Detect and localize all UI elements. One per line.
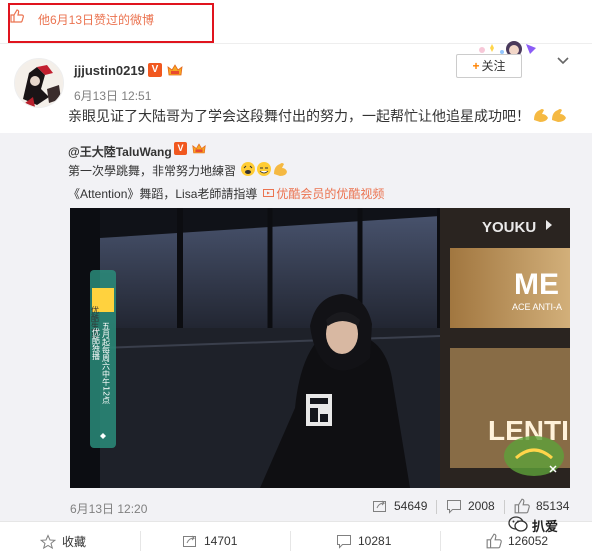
thumb-up-icon xyxy=(514,498,530,514)
comment-icon xyxy=(336,533,352,549)
forward-count: 14701 xyxy=(204,534,238,548)
repost-vip-crown-icon xyxy=(191,141,207,156)
highlight-box xyxy=(8,3,214,43)
banner-sub: 优酷独播 xyxy=(92,327,101,361)
repost-caption: 《Attention》舞蹈，Lisa老師請指導 优酷会员的优酷视频 xyxy=(68,185,384,202)
divider xyxy=(504,500,505,514)
thumb-up-icon xyxy=(486,533,502,549)
username[interactable]: jjjustin0219 xyxy=(74,63,145,78)
repost-caption-text: 《Attention》舞蹈，Lisa老師請指導 xyxy=(68,187,258,201)
share-icon xyxy=(182,533,198,549)
favorite-label: 收藏 xyxy=(62,535,87,549)
store-sign: ME xyxy=(514,268,559,301)
banner-text: 五月起每周六中午12点 xyxy=(102,322,111,405)
video-player[interactable]: ME ACE ANTI-A LENTI YOUKU 优酷生活 五月起每周六中午1… xyxy=(70,208,570,488)
divider xyxy=(440,531,441,551)
star-icon xyxy=(39,533,57,550)
store-sign-sub: ACE ANTI-A xyxy=(512,302,562,312)
share-icon xyxy=(372,498,388,514)
watermark-text: 扒爱 xyxy=(532,518,559,534)
divider xyxy=(140,531,141,551)
divider xyxy=(290,531,291,551)
follow-label: 关注 xyxy=(481,59,506,73)
chevron-down-icon[interactable] xyxy=(557,55,569,65)
repost-comment-count: 2008 xyxy=(468,499,495,513)
video-link-icon xyxy=(263,187,275,201)
comment-count: 10281 xyxy=(358,534,392,548)
forward-button[interactable]: 14701 xyxy=(182,533,237,549)
post-timestamp[interactable]: 6月13日 12:51 xyxy=(74,87,151,104)
plus-icon: + xyxy=(472,59,480,73)
verified-badge: V xyxy=(148,63,162,77)
repost-forward-button[interactable]: 54649 xyxy=(372,498,427,514)
avatar[interactable] xyxy=(14,58,64,108)
repost-comment-button[interactable]: 2008 xyxy=(446,498,495,514)
muscle-emoji-icon xyxy=(532,106,570,124)
repost-forward-count: 54649 xyxy=(394,499,428,513)
wechat-icon xyxy=(508,515,528,536)
divider xyxy=(436,500,437,514)
video-link[interactable]: 优酷会员的优酷视频 xyxy=(276,187,384,201)
vip-crown-icon xyxy=(166,62,184,78)
favorite-button[interactable]: 收藏 xyxy=(39,533,87,550)
post-text: 亲眼见证了大陆哥为了学会这段舞付出的努力，一起帮忙让他追星成功吧！ xyxy=(68,108,530,124)
comment-button[interactable]: 10281 xyxy=(336,533,391,549)
repost-emoji-icon xyxy=(240,160,288,178)
youku-watermark: YOUKU xyxy=(482,219,536,236)
repost-like-button[interactable]: 85134 xyxy=(514,498,569,514)
repost-timestamp[interactable]: 6月13日 12:20 xyxy=(70,500,147,517)
account-watermark: 扒爱 xyxy=(508,514,580,536)
follow-button[interactable]: + 关注 xyxy=(456,54,522,78)
repost-text: 第一次學跳舞，非常努力地練習 xyxy=(68,164,237,178)
comment-icon xyxy=(446,498,462,514)
like-count: 126052 xyxy=(508,534,549,548)
repost-like-count: 85134 xyxy=(536,499,570,513)
repost-verified-badge: V xyxy=(174,142,187,155)
repost-author[interactable]: @王大陸TaluWang xyxy=(68,143,172,160)
follow-area: + 关注 xyxy=(452,40,548,78)
